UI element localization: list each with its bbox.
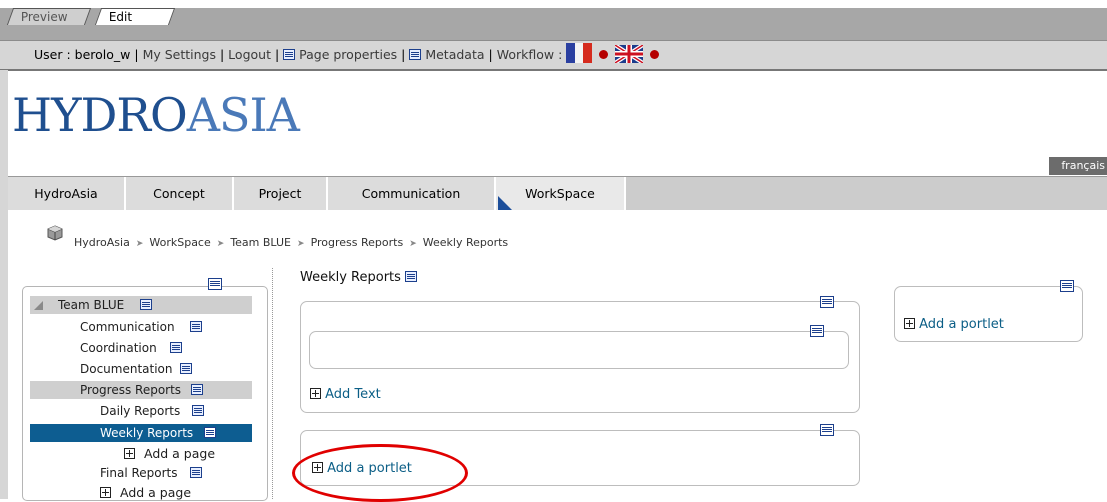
page-properties-icon: [283, 49, 296, 60]
add-icon: [310, 388, 321, 399]
cube-icon: [47, 225, 63, 241]
main-nav: HydroAsia Concept Project Communication …: [8, 176, 1107, 210]
breadcrumb-item[interactable]: Team BLUE: [230, 236, 291, 249]
highlight-circle: [292, 444, 468, 502]
tree-item-coordination[interactable]: Coordination: [30, 339, 252, 357]
properties-icon[interactable]: [190, 467, 202, 478]
breadcrumb-item[interactable]: HydroAsia: [74, 236, 130, 249]
english-status-dot-icon: [650, 50, 660, 59]
french-status-dot-icon: [599, 50, 609, 59]
breadcrumb-separator-icon: ➤: [216, 239, 225, 249]
right-portlet-box: [894, 286, 1083, 342]
tree-item-label: Communication: [80, 320, 175, 334]
workflow-label: Workflow :: [496, 47, 563, 62]
nav-separator: [624, 177, 626, 210]
tree-item-label: Weekly Reports: [100, 426, 194, 440]
metadata-icon: [409, 49, 422, 60]
uk-flag-icon[interactable]: [615, 45, 644, 63]
top-spacer: [0, 0, 1107, 8]
properties-icon[interactable]: [190, 321, 202, 332]
add-page-label: Add a page: [120, 485, 192, 500]
my-settings-link[interactable]: My Settings: [143, 47, 216, 62]
properties-icon[interactable]: [180, 363, 192, 374]
breadcrumb-item-current[interactable]: Weekly Reports: [423, 236, 508, 249]
properties-icon[interactable]: [810, 325, 824, 337]
nav-item-workspace-label: WorkSpace: [525, 186, 595, 201]
tab-preview-label: Preview: [20, 10, 68, 24]
tree-item-progress-reports[interactable]: Progress Reports: [30, 381, 252, 399]
add-icon: [100, 487, 111, 498]
tree-item-final-reports[interactable]: Final Reports: [30, 464, 252, 482]
site-logo[interactable]: HYDROASIA: [12, 88, 300, 142]
tree-root-label: Team BLUE: [58, 298, 125, 312]
logout-link[interactable]: Logout: [228, 47, 271, 62]
tree-item-weekly-reports[interactable]: Weekly Reports: [30, 424, 252, 442]
tree-item-documentation[interactable]: Documentation: [30, 360, 252, 378]
logo-bold: HYDRO: [12, 88, 188, 142]
breadcrumb-separator-icon: ➤: [409, 239, 417, 249]
nav-item-concept[interactable]: Concept: [126, 177, 232, 210]
tree-item-label: Final Reports: [100, 466, 178, 480]
nav-item-project[interactable]: Project: [234, 177, 326, 210]
properties-icon[interactable]: [820, 296, 834, 308]
add-icon: [904, 318, 915, 329]
nav-item-workspace[interactable]: WorkSpace: [496, 177, 624, 210]
page-properties-link[interactable]: Page properties: [299, 47, 397, 62]
nav-item-hydroasia[interactable]: HydroAsia: [8, 177, 124, 210]
tab-edit[interactable]: Edit: [94, 8, 176, 25]
properties-icon[interactable]: [405, 271, 418, 282]
breadcrumb-separator-icon: ➤: [297, 239, 305, 249]
properties-icon[interactable]: [140, 299, 152, 310]
tab-preview[interactable]: Preview: [6, 8, 92, 25]
tree-item-label: Progress Reports: [80, 383, 182, 397]
breadcrumb-item[interactable]: Progress Reports: [311, 236, 404, 249]
properties-icon[interactable]: [1060, 280, 1074, 292]
user-bar: User : berolo_w | My Settings | Logout |…: [0, 40, 1107, 71]
user-label: User : berolo_w: [34, 47, 131, 62]
nav-item-communication[interactable]: Communication: [328, 177, 494, 210]
page-title: Weekly Reports: [300, 270, 418, 285]
tree-item-team-blue[interactable]: Team BLUE: [30, 296, 252, 314]
tree-add-page[interactable]: Add a page: [30, 445, 252, 463]
tree-item-label: Coordination: [80, 341, 157, 355]
right-add-portlet-label: Add a portlet: [919, 317, 1004, 332]
right-add-portlet-button[interactable]: Add a portlet: [904, 317, 1004, 332]
properties-icon[interactable]: [820, 424, 834, 436]
column-divider: [272, 268, 274, 499]
add-icon: [124, 448, 135, 459]
language-switch-link[interactable]: français: [1049, 157, 1107, 175]
active-corner-icon: [498, 196, 512, 210]
french-flag-icon[interactable]: [566, 43, 593, 63]
tree-add-page[interactable]: Add a page: [30, 484, 252, 502]
tree-item-label: Documentation: [80, 362, 173, 376]
tab-edit-label: Edit: [108, 10, 133, 24]
add-page-label: Add a page: [144, 446, 216, 461]
breadcrumb-item[interactable]: WorkSpace: [149, 236, 210, 249]
panel-properties-icon[interactable]: [208, 278, 222, 290]
left-border: [0, 70, 8, 499]
tree-item-label: Daily Reports: [100, 404, 181, 418]
properties-icon[interactable]: [204, 427, 216, 438]
properties-icon[interactable]: [191, 384, 203, 395]
add-text-button[interactable]: Add Text: [310, 387, 381, 402]
add-text-label: Add Text: [325, 387, 381, 402]
properties-icon[interactable]: [170, 342, 182, 353]
breadcrumb: HydroAsia ➤ WorkSpace ➤ Team BLUE ➤ Progress R…: [74, 236, 508, 249]
text-block-box[interactable]: [309, 331, 849, 369]
metadata-link[interactable]: Metadata: [425, 47, 484, 62]
properties-icon[interactable]: [192, 405, 204, 416]
logo-light: ASIA: [186, 88, 300, 142]
tree-item-communication[interactable]: Communication: [30, 318, 252, 336]
collapse-triangle-icon[interactable]: [34, 301, 43, 310]
tree-item-daily-reports[interactable]: Daily Reports: [30, 402, 252, 420]
page-title-text: Weekly Reports: [300, 270, 401, 285]
breadcrumb-separator-icon: ➤: [135, 239, 144, 249]
